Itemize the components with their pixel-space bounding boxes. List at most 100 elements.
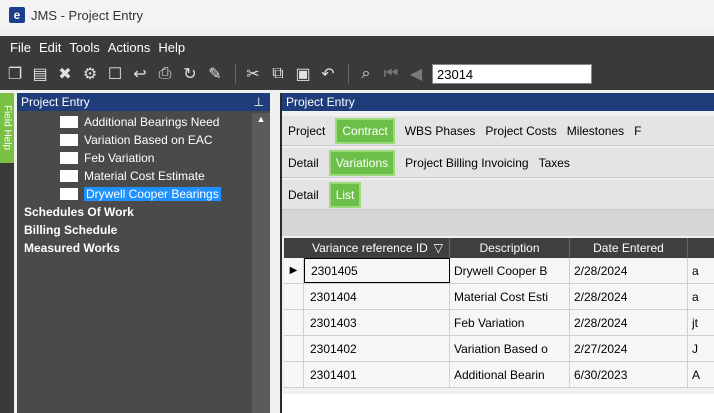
tab-wbs-phases[interactable]: WBS Phases: [405, 124, 476, 138]
menu-help[interactable]: Help: [158, 40, 185, 55]
folder-icon: [60, 170, 78, 182]
tab-project-costs[interactable]: Project Costs: [485, 124, 556, 138]
grid-group-panel: [282, 210, 714, 236]
tab-detail[interactable]: Detail: [288, 156, 319, 170]
menu-edit[interactable]: Edit: [39, 40, 61, 55]
menu-bar: File Edit Tools Actions Help: [0, 36, 714, 58]
undo-arrow-icon[interactable]: ↩: [129, 63, 151, 85]
tab-contract[interactable]: Contract: [335, 117, 395, 144]
tab-more[interactable]: F: [634, 124, 641, 138]
tools-icon[interactable]: ⚙: [79, 63, 101, 85]
previous-record-icon[interactable]: ◀: [405, 63, 427, 85]
window-title: JMS - Project Entry: [31, 7, 143, 23]
column-header-more: [688, 238, 714, 258]
paste-icon[interactable]: ▣: [292, 63, 314, 85]
column-header-description[interactable]: Description: [450, 238, 570, 258]
tree-item-label: Material Cost Estimate: [84, 169, 205, 183]
tree-item-label: Feb Variation: [84, 151, 155, 165]
cut-icon[interactable]: ✂: [242, 63, 264, 85]
tab-milestones[interactable]: Milestones: [567, 124, 624, 138]
column-header-date-entered[interactable]: Date Entered: [570, 238, 688, 258]
cell-more[interactable]: a: [688, 284, 714, 309]
save-icon[interactable]: ▤: [29, 63, 51, 85]
table-row[interactable]: 2301403 Feb Variation 2/28/2024 jt: [284, 310, 714, 336]
cell-description[interactable]: Material Cost Esti: [450, 284, 570, 309]
scroll-up-icon[interactable]: ▲: [254, 113, 268, 125]
tree-item-variation-eac[interactable]: Variation Based on EAC: [20, 131, 250, 149]
cell-more[interactable]: A: [688, 362, 714, 387]
tab-variations[interactable]: Variations: [328, 149, 396, 176]
copy-icon[interactable]: ⧉: [267, 63, 289, 85]
row-selector: [284, 362, 304, 387]
cell-description[interactable]: Variation Based o: [450, 336, 570, 361]
blank-icon[interactable]: ☐: [104, 63, 126, 85]
tab-project[interactable]: Project: [288, 124, 325, 138]
cell-description[interactable]: Feb Variation: [450, 310, 570, 335]
clear-icon[interactable]: ✎: [204, 63, 226, 85]
cell-id[interactable]: 2301405: [304, 258, 450, 283]
cell-id[interactable]: 2301401: [304, 362, 450, 387]
cell-description[interactable]: Drywell Cooper B: [450, 258, 570, 283]
table-row[interactable]: ▶ 2301405 Drywell Cooper B 2/28/2024 a: [284, 258, 714, 284]
tab-variation-detail[interactable]: Detail: [288, 188, 319, 202]
cell-id[interactable]: 2301404: [304, 284, 450, 309]
refresh-icon[interactable]: ↻: [179, 63, 201, 85]
column-header-id[interactable]: Variance reference ID ▽: [304, 238, 450, 258]
column-header-id-label: Variance reference ID: [312, 241, 428, 255]
table-row[interactable]: 2301404 Material Cost Esti 2/28/2024 a: [284, 284, 714, 310]
menu-file[interactable]: File: [10, 40, 31, 55]
delete-icon[interactable]: ✖: [54, 63, 76, 85]
cell-more[interactable]: a: [688, 258, 714, 283]
tree-item-material-cost[interactable]: Material Cost Estimate: [20, 167, 250, 185]
nav-scrollbar[interactable]: ▲: [252, 113, 270, 413]
table-row[interactable]: 2301401 Additional Bearin 6/30/2023 A: [284, 362, 714, 388]
cell-date[interactable]: 2/28/2024: [570, 310, 688, 335]
cell-date[interactable]: 2/27/2024: [570, 336, 688, 361]
folder-icon: [60, 116, 78, 128]
tree-item-additional-bearings[interactable]: Additional Bearings Need: [20, 113, 250, 131]
first-record-icon[interactable]: ⏮: [380, 63, 402, 85]
folder-icon: [60, 188, 78, 200]
tab-list[interactable]: List: [328, 181, 362, 208]
tree-item-measured-works[interactable]: Measured Works: [20, 239, 250, 257]
field-help-tab[interactable]: Field Help: [0, 93, 14, 163]
toolbar: ❐ ▤ ✖ ⚙ ☐ ↩ ⎙ ↻ ✎ ✂ ⧉ ▣ ↶ ⌕ ⏮ ◀ 23014: [0, 58, 714, 90]
tree-item-schedules-of-work[interactable]: Schedules Of Work: [20, 203, 250, 221]
tree-item-drywell-cooper[interactable]: Drywell Cooper Bearings: [20, 185, 250, 203]
cell-date[interactable]: 2/28/2024: [570, 284, 688, 309]
tree-item-feb-variation[interactable]: Feb Variation: [20, 149, 250, 167]
grid-empty-area: [282, 394, 714, 413]
toolbar-divider: [235, 64, 236, 84]
tab-taxes[interactable]: Taxes: [539, 156, 570, 170]
new-icon[interactable]: ❐: [4, 63, 26, 85]
print-icon[interactable]: ⎙: [154, 63, 176, 85]
current-row-icon: ▶: [284, 258, 304, 283]
tree-item-billing-schedule[interactable]: Billing Schedule: [20, 221, 250, 239]
nav-panel-title: Project Entry: [21, 95, 90, 109]
nav-tree: Additional Bearings Need Variation Based…: [20, 113, 250, 257]
row-selector: [284, 284, 304, 309]
cell-more[interactable]: J: [688, 336, 714, 361]
pin-icon[interactable]: ⊥: [254, 95, 264, 109]
cell-id[interactable]: 2301403: [304, 310, 450, 335]
cell-more[interactable]: jt: [688, 310, 714, 335]
menu-tools[interactable]: Tools: [69, 40, 99, 55]
menu-actions[interactable]: Actions: [108, 40, 151, 55]
find-icon[interactable]: ⌕: [355, 63, 377, 85]
tree-item-label: Additional Bearings Need: [84, 115, 220, 129]
filter-icon[interactable]: ▽: [434, 241, 443, 255]
tab-row-level2: Detail Variations Project Billing Invoic…: [282, 148, 714, 178]
tab-row-level3: Detail List: [282, 180, 714, 210]
table-row[interactable]: 2301402 Variation Based o 2/27/2024 J: [284, 336, 714, 362]
grid-header: Variance reference ID ▽ Description Date…: [284, 238, 714, 258]
cell-date[interactable]: 6/30/2023: [570, 362, 688, 387]
record-number-input[interactable]: 23014: [432, 64, 592, 84]
cell-id[interactable]: 2301402: [304, 336, 450, 361]
variations-grid: Variance reference ID ▽ Description Date…: [284, 238, 714, 388]
app-logo-icon: e: [9, 7, 25, 23]
folder-icon: [60, 134, 78, 146]
cell-description[interactable]: Additional Bearin: [450, 362, 570, 387]
cell-date[interactable]: 2/28/2024: [570, 258, 688, 283]
undo-icon[interactable]: ↶: [317, 63, 339, 85]
tab-project-billing-invoicing[interactable]: Project Billing Invoicing: [405, 156, 528, 170]
